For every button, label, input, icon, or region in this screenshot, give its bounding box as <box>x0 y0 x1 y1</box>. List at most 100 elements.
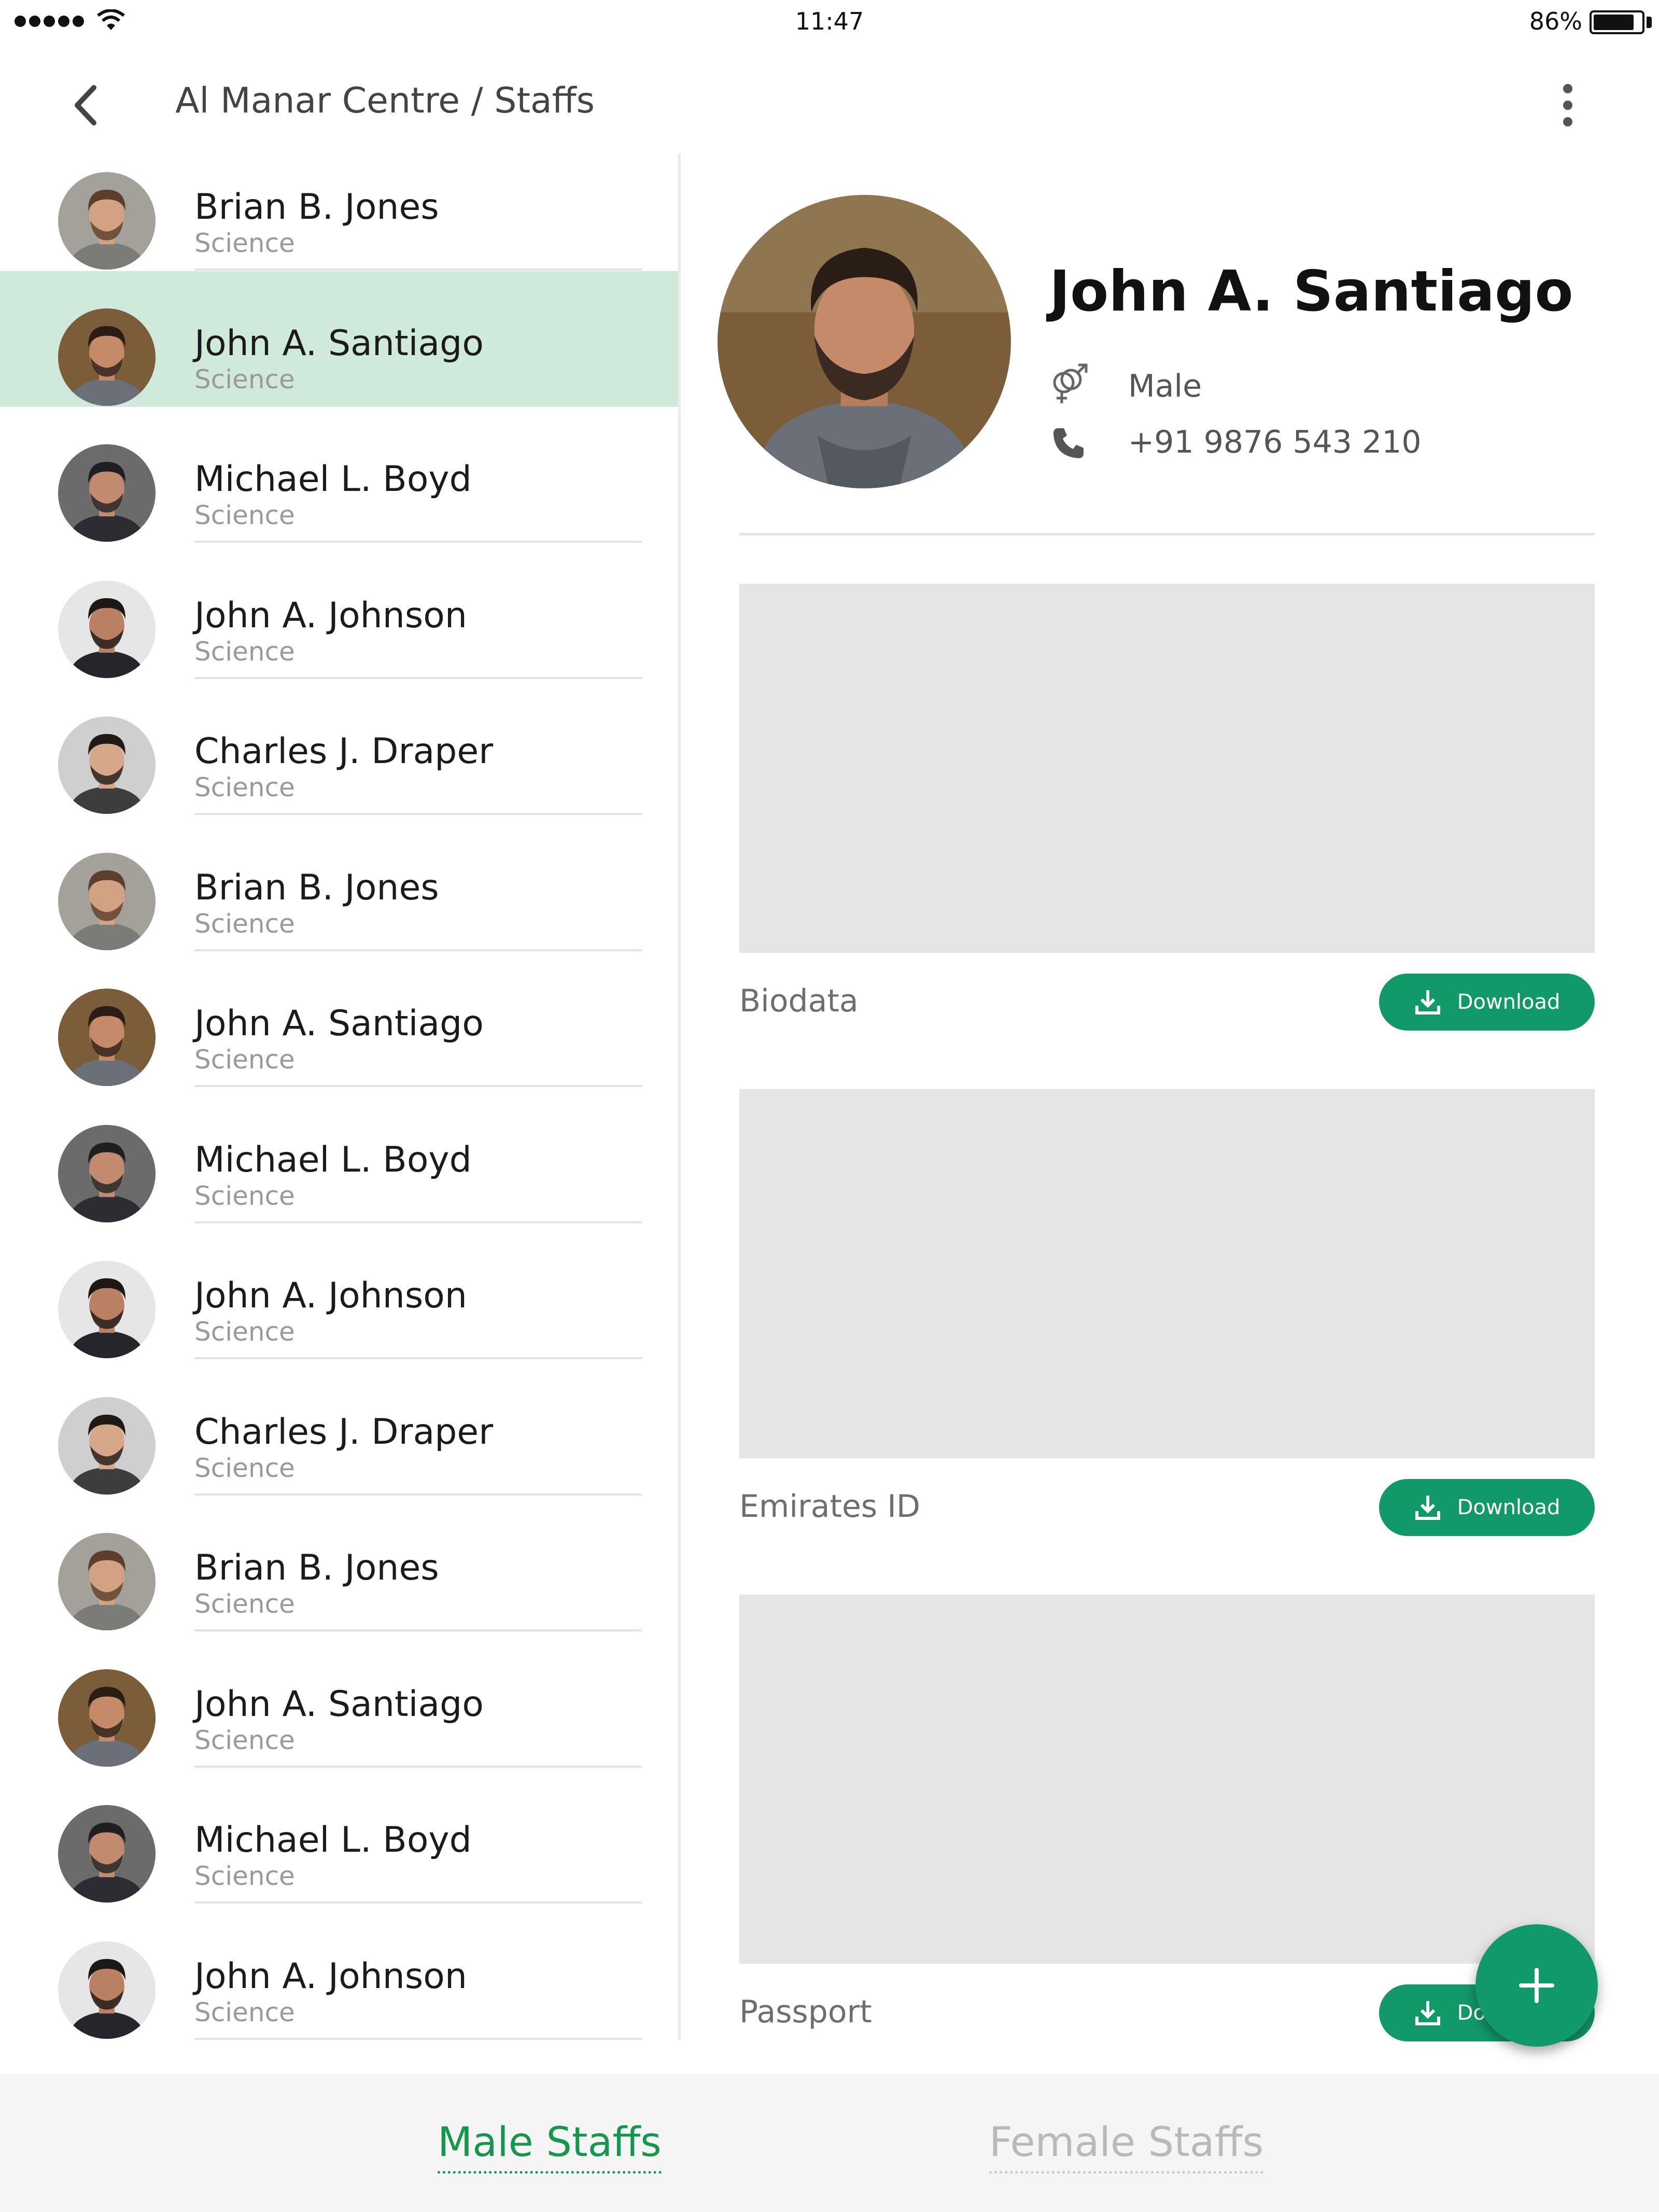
row-divider <box>194 1221 642 1223</box>
staff-name: Michael L. Boyd <box>194 1139 472 1180</box>
staff-name: Charles J. Draper <box>194 731 494 772</box>
avatar <box>58 1397 156 1495</box>
staff-list-item[interactable]: John A. Johnson Science <box>0 1904 679 2040</box>
staff-list: Brian B. Jones Science John A. Santiago Sci… <box>0 156 679 2042</box>
avatar <box>58 852 156 950</box>
document-preview <box>739 1089 1595 1458</box>
row-divider <box>194 677 642 679</box>
row-divider <box>194 813 642 815</box>
row-divider <box>194 1629 642 1631</box>
back-button[interactable] <box>62 82 109 129</box>
battery-icon <box>1590 10 1644 34</box>
staff-department: Science <box>194 228 295 258</box>
staff-department: Science <box>194 1453 295 1483</box>
staff-name: John A. Johnson <box>194 1955 468 1997</box>
row-divider <box>194 1765 642 1768</box>
row-divider <box>194 1085 642 1087</box>
avatar <box>58 1124 156 1222</box>
phone-icon <box>1053 428 1084 458</box>
more-vertical-icon <box>1563 84 1572 93</box>
staff-department: Science <box>194 1589 295 1619</box>
avatar <box>58 1533 156 1630</box>
profile-phone[interactable]: +91 9876 543 210 <box>1128 424 1422 460</box>
avatar <box>58 716 156 814</box>
more-options-button[interactable] <box>1547 82 1588 129</box>
profile-divider <box>739 533 1595 536</box>
staff-list-item[interactable]: Michael L. Boyd Science <box>0 407 679 543</box>
tab-male-staffs[interactable]: Male Staffs <box>438 2119 662 2174</box>
staff-department: Science <box>194 636 295 667</box>
download-label: Download <box>1457 990 1560 1014</box>
avatar <box>58 580 156 678</box>
avatar <box>58 1941 156 2039</box>
app-header: Al Manar Centre / Staffs <box>0 57 1659 150</box>
document-label: Passport <box>739 1994 872 2030</box>
staff-list-item[interactable]: Charles J. Draper Science <box>0 1360 679 1496</box>
tab-female-staffs[interactable]: Female Staffs <box>989 2119 1264 2174</box>
row-divider <box>194 1357 642 1359</box>
row-divider <box>194 949 642 951</box>
staff-list-item[interactable]: John A. Johnson Science <box>0 543 679 679</box>
staff-list-item[interactable]: John A. Santiago Science <box>0 271 679 407</box>
staff-department: Science <box>194 1317 295 1347</box>
staff-department: Science <box>194 1861 295 1891</box>
row-divider <box>194 269 642 271</box>
staff-list-item[interactable]: Michael L. Boyd Science <box>0 1768 679 1904</box>
staff-list-item[interactable]: John A. Johnson Science <box>0 1223 679 1359</box>
avatar <box>58 1261 156 1358</box>
profile-gender: Male <box>1128 368 1202 404</box>
page-title: Al Manar Centre / Staffs <box>175 80 595 121</box>
download-button[interactable]: Download <box>1379 1479 1595 1536</box>
panel-divider <box>678 153 681 2040</box>
staff-name: Michael L. Boyd <box>194 459 472 500</box>
bottom-tab-bar: Male Staffs Female Staffs <box>0 2074 1659 2212</box>
staff-department: Science <box>194 908 295 939</box>
document-preview <box>739 584 1595 953</box>
staff-name: Brian B. Jones <box>194 1547 439 1588</box>
status-bar: 11:47 86% <box>0 0 1659 43</box>
status-time: 11:47 <box>795 7 864 35</box>
row-divider <box>194 1493 642 1496</box>
staff-department: Science <box>194 1045 295 1075</box>
staff-list-item[interactable]: Brian B. Jones Science <box>0 156 679 271</box>
document-label: Emirates ID <box>739 1488 921 1525</box>
staff-department: Science <box>194 1725 295 1755</box>
profile-name: John A. Santiago <box>1049 259 1573 324</box>
avatar <box>58 1669 156 1767</box>
download-button[interactable]: Download <box>1379 974 1595 1031</box>
download-icon <box>1415 2001 1440 2025</box>
staff-department: Science <box>194 772 295 802</box>
staff-department: Science <box>194 500 295 530</box>
staff-list-item[interactable]: Charles J. Draper Science <box>0 679 679 815</box>
chevron-left-icon <box>75 85 96 125</box>
staff-name: Brian B. Jones <box>194 187 439 228</box>
add-button[interactable] <box>1475 1924 1598 2047</box>
staff-name: John A. Johnson <box>194 595 468 636</box>
battery-percentage: 86% <box>1529 7 1582 35</box>
staff-list-item[interactable]: Brian B. Jones Science <box>0 815 679 951</box>
avatar <box>58 1805 156 1903</box>
staff-department: Science <box>194 1997 295 2027</box>
document-preview <box>739 1595 1595 1964</box>
staff-name: John A. Santiago <box>194 322 484 364</box>
staff-name: Michael L. Boyd <box>194 1820 472 1861</box>
avatar <box>58 172 156 270</box>
avatar <box>58 989 156 1086</box>
row-divider <box>194 1901 642 1904</box>
staff-list-item[interactable]: Michael L. Boyd Science <box>0 1088 679 1223</box>
document-label: Biodata <box>739 983 859 1019</box>
staff-department: Science <box>194 364 295 395</box>
download-label: Download <box>1457 1496 1560 1519</box>
staff-department: Science <box>194 1180 295 1211</box>
staff-list-item[interactable]: Brian B. Jones Science <box>0 1496 679 1631</box>
avatar <box>58 308 156 406</box>
avatar <box>58 444 156 542</box>
staff-name: Charles J. Draper <box>194 1411 494 1453</box>
row-divider <box>194 541 642 543</box>
profile-avatar <box>718 195 1011 488</box>
staff-list-item[interactable]: John A. Santiago Science <box>0 951 679 1087</box>
staff-list-item[interactable]: John A. Santiago Science <box>0 1632 679 1768</box>
download-icon <box>1415 1496 1440 1520</box>
staff-name: John A. Santiago <box>194 1683 484 1725</box>
gender-icon <box>1053 363 1088 403</box>
